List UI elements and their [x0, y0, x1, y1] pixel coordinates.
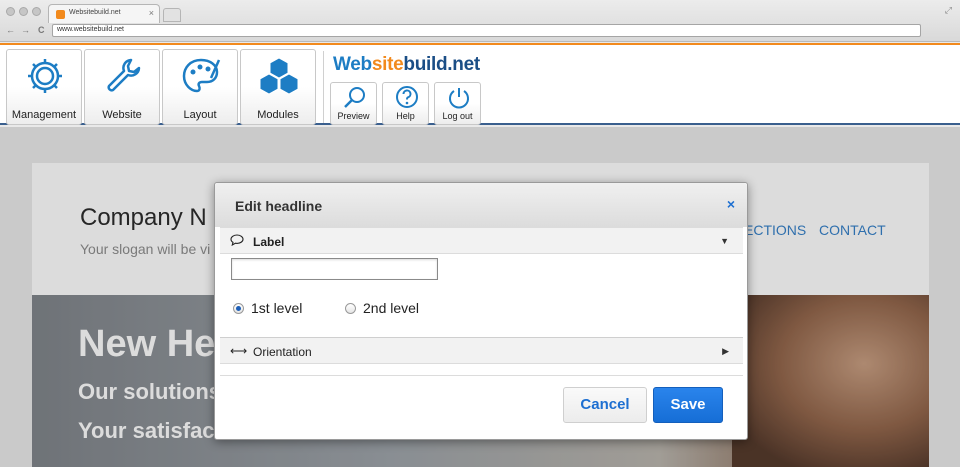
preview-button[interactable]: Preview — [330, 82, 377, 125]
minimize-window-button[interactable] — [19, 7, 28, 16]
question-icon — [396, 86, 418, 108]
speech-bubble-icon — [230, 234, 244, 249]
zoom-window-button[interactable] — [32, 7, 41, 16]
orientation-section-title: Orientation — [253, 345, 312, 359]
cancel-button[interactable]: Cancel — [563, 387, 647, 423]
website-button[interactable]: Website — [84, 49, 160, 125]
website-label: Website — [102, 109, 142, 121]
radio-1st-level-label[interactable]: 1st level — [251, 300, 302, 316]
tab-title: Websitebuild.net — [69, 9, 121, 16]
address-bar[interactable]: www.websitebuild.net — [52, 24, 921, 37]
url-text: www.websitebuild.net — [57, 26, 124, 33]
gear-icon — [28, 59, 62, 93]
forward-icon[interactable]: → — [21, 25, 30, 35]
browser-chrome: Websitebuild.net × ⤢ ← → C www.websitebu… — [0, 0, 960, 42]
logout-button[interactable]: Log out — [434, 82, 481, 125]
close-icon[interactable]: × — [727, 196, 735, 212]
fullscreen-icon[interactable]: ⤢ — [945, 5, 952, 16]
websitebuild-logo: Websitebuild.net — [333, 54, 480, 75]
favicon-icon — [56, 10, 65, 19]
browser-tab[interactable]: Websitebuild.net × — [48, 4, 160, 23]
magnifier-icon — [344, 87, 365, 108]
radio-2nd-level-label[interactable]: 2nd level — [363, 300, 419, 316]
footer-divider — [220, 375, 743, 376]
wrench-icon — [107, 58, 141, 92]
toolbar-divider — [323, 51, 324, 123]
management-button[interactable]: Management — [6, 49, 82, 125]
management-label: Management — [11, 109, 77, 121]
logout-label: Log out — [442, 111, 473, 121]
window-controls — [6, 7, 41, 16]
label-section-header[interactable]: Label ▼ — [220, 227, 743, 254]
radio-2nd-level[interactable] — [345, 303, 356, 314]
preview-label: Preview — [337, 111, 370, 121]
help-label: Help — [396, 111, 415, 121]
back-icon[interactable]: ← — [6, 25, 15, 35]
orientation-section-header[interactable]: ⟷ Orientation ▶ — [220, 337, 743, 364]
palette-icon — [182, 58, 221, 93]
help-button[interactable]: Help — [382, 82, 429, 125]
new-tab-button[interactable] — [163, 8, 181, 22]
layout-button[interactable]: Layout — [162, 49, 238, 125]
dialog-header: Edit headline × — [215, 183, 747, 227]
layout-label: Layout — [183, 109, 217, 121]
modules-button[interactable]: Modules — [240, 49, 316, 125]
edit-headline-dialog: Edit headline × Label ▼ 1st level 2nd le… — [214, 182, 748, 440]
cubes-icon — [259, 57, 299, 95]
editor-toolbar: Management Website Layout Modules Websit… — [0, 43, 960, 125]
power-icon — [449, 88, 469, 109]
modules-label: Modules — [257, 109, 299, 121]
label-section-title: Label — [253, 235, 285, 249]
close-window-button[interactable] — [6, 7, 15, 16]
dialog-title: Edit headline — [235, 198, 323, 214]
reload-icon[interactable]: C — [38, 25, 45, 35]
save-button[interactable]: Save — [653, 387, 723, 423]
horizontal-arrows-icon: ⟷ — [230, 344, 248, 358]
chevron-down-icon[interactable]: ▼ — [720, 236, 729, 246]
tab-close-icon[interactable]: × — [149, 8, 154, 18]
label-input[interactable] — [231, 258, 438, 280]
radio-1st-level[interactable] — [233, 303, 244, 314]
chevron-right-icon[interactable]: ▶ — [722, 346, 729, 357]
